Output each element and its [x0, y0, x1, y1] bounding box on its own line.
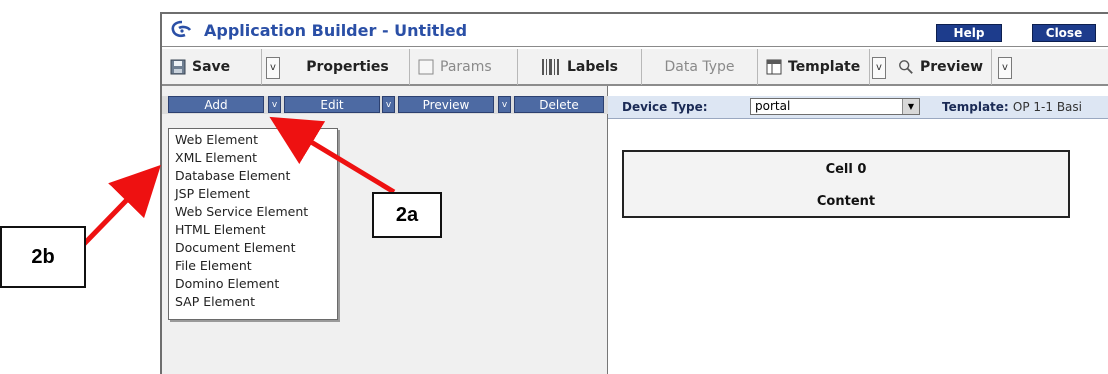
callout-2a: 2a: [372, 192, 442, 238]
callout-2b: 2b: [0, 226, 86, 288]
annotation-arrows: [82, 116, 396, 246]
arrow-2a: [269, 116, 396, 195]
arrow-2b: [82, 164, 161, 246]
